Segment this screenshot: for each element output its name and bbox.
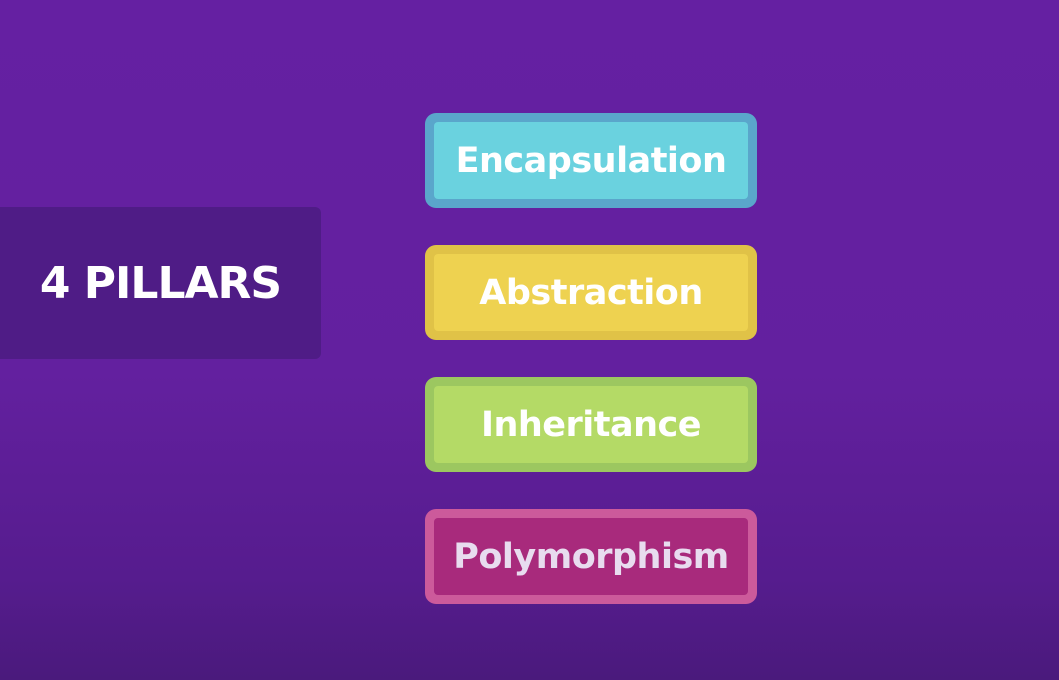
pillar-inheritance: Inheritance [425,377,757,472]
pillar-abstraction-face: Abstraction [434,254,748,331]
pillar-encapsulation-label: Encapsulation [455,140,727,181]
pillar-polymorphism-label: Polymorphism [453,536,729,577]
title-text: 4 PILLARS [39,257,282,309]
title-panel: 4 PILLARS [0,207,321,359]
pillar-inheritance-face: Inheritance [434,386,748,463]
pillar-encapsulation: Encapsulation [425,113,757,208]
pillar-encapsulation-face: Encapsulation [434,122,748,199]
pillar-polymorphism-face: Polymorphism [434,518,748,595]
pillar-abstraction: Abstraction [425,245,757,340]
pillar-abstraction-label: Abstraction [479,272,703,313]
pillar-polymorphism: Polymorphism [425,509,757,604]
pillar-inheritance-label: Inheritance [480,404,702,445]
